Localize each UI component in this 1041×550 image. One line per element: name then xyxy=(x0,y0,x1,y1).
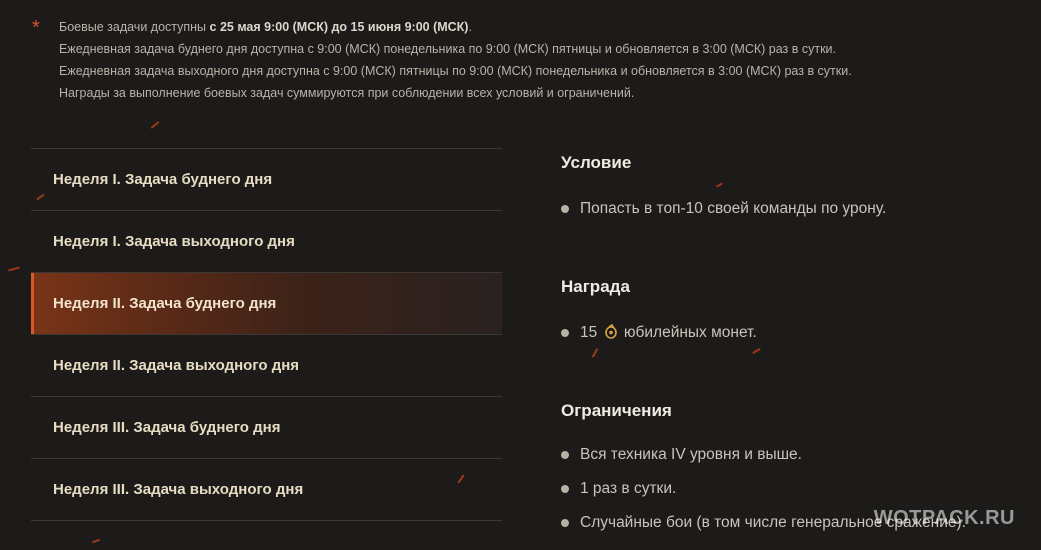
note-line-weekday: Ежедневная задача буднего дня доступна с… xyxy=(59,42,837,56)
task-item-week3-weekend[interactable]: Неделя III. Задача выходного дня xyxy=(31,459,502,521)
note-line-weekend: Ежедневная задача выходного дня доступна… xyxy=(59,64,852,78)
condition-list: Попасть в топ-10 своей команды по урону. xyxy=(561,192,1031,226)
coin-icon xyxy=(604,318,618,339)
ember-decoration xyxy=(150,121,160,129)
task-item-week1-weekday[interactable]: Неделя I. Задача буднего дня xyxy=(31,149,502,211)
task-list: Неделя I. Задача буднего дня Неделя I. З… xyxy=(31,148,502,521)
asterisk-icon: * xyxy=(32,17,40,39)
reward-item: 15 юбилейных монет. xyxy=(561,316,1031,350)
task-item-week2-weekday[interactable]: Неделя II. Задача буднего дня xyxy=(31,273,502,335)
note-dates-suffix: . xyxy=(468,20,472,34)
limits-item: Вся техника IV уровня и выше. xyxy=(561,438,1031,472)
task-details: Условие Попасть в топ-10 своей команды п… xyxy=(561,150,1031,540)
task-item-week1-weekend[interactable]: Неделя I. Задача выходного дня xyxy=(31,211,502,273)
ember-decoration xyxy=(91,538,101,544)
note-dates-prefix: Боевые задачи доступны xyxy=(59,20,210,34)
note-line-rewards: Награды за выполнение боевых задач сумми… xyxy=(59,86,635,100)
condition-item: Попасть в топ-10 своей команды по урону. xyxy=(561,192,1031,226)
availability-notes: * Боевые задачи доступны с 25 мая 9:00 (… xyxy=(32,16,992,104)
bullet-icon xyxy=(561,519,569,527)
reward-list: 15 юбилейных монет. xyxy=(561,316,1031,350)
reward-title: Награда xyxy=(561,277,630,296)
bullet-icon xyxy=(561,329,569,337)
task-item-week2-weekend[interactable]: Неделя II. Задача выходного дня xyxy=(31,335,502,397)
ember-decoration xyxy=(7,266,21,272)
limits-item-text: Вся техника IV уровня и выше. xyxy=(580,446,802,463)
note-dates-range: с 25 мая 9:00 (МСК) до 15 июня 9:00 (МСК… xyxy=(209,20,469,34)
note-line-dates: Боевые задачи доступны с 25 мая 9:00 (МС… xyxy=(59,16,992,38)
limits-item-text: 1 раз в сутки. xyxy=(580,480,677,497)
page: * Боевые задачи доступны с 25 мая 9:00 (… xyxy=(0,0,1041,550)
note-lines: Боевые задачи доступны с 25 мая 9:00 (МС… xyxy=(59,16,992,104)
reward-amount: 15 xyxy=(580,324,598,341)
condition-title: Условие xyxy=(561,153,632,172)
bullet-icon xyxy=(561,205,569,213)
task-item-week3-weekday[interactable]: Неделя III. Задача буднего дня xyxy=(31,397,502,459)
limits-title: Ограничения xyxy=(561,401,672,420)
bullet-icon xyxy=(561,485,569,493)
bullet-icon xyxy=(561,451,569,459)
watermark: WOTPACK.RU xyxy=(873,507,1015,529)
condition-item-text: Попасть в топ-10 своей команды по урону. xyxy=(580,200,887,217)
limits-item: 1 раз в сутки. xyxy=(561,472,1031,506)
reward-text: юбилейных монет. xyxy=(623,324,757,341)
